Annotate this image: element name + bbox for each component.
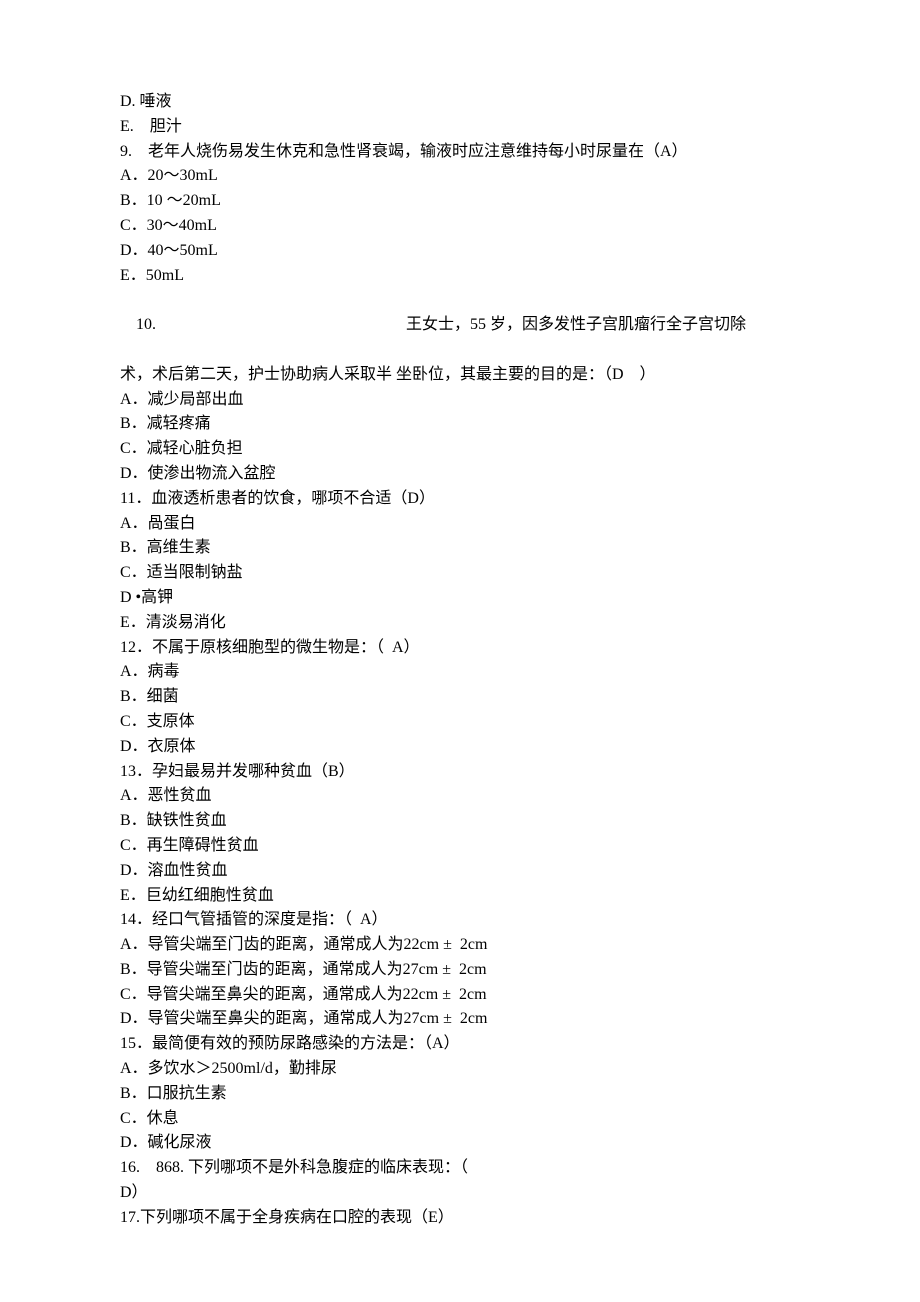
option-text: E．清淡易消化 (120, 611, 800, 636)
option-text: A．咼蛋白 (120, 512, 800, 537)
option-text: A．病毒 (120, 660, 800, 685)
option-text: C．减轻心脏负担 (120, 437, 800, 462)
option-text: E．50mL (120, 264, 800, 289)
option-text: C．适当限制钠盐 (120, 561, 800, 586)
question-text: 12．不属于原核细胞型的微生物是：（ A） (120, 636, 800, 661)
question-text: 13．孕妇最易并发哪种贫血（B） (120, 760, 800, 785)
question-text: 14．经口气管插管的深度是指：（ A） (120, 908, 800, 933)
question-text: 17.下列哪项不属于全身疾病在口腔的表现（E） (120, 1206, 800, 1231)
option-text: A．20〜30mL (120, 164, 800, 189)
question-text: 16. 868. 下列哪项不是外科急腹症的临床表现：（ (120, 1156, 800, 1181)
option-text: C．导管尖端至鼻尖的距离，通常成人为22cm ± 2cm (120, 983, 800, 1008)
option-text: E．巨幼红细胞性贫血 (120, 884, 800, 909)
question-number: 10. (136, 313, 406, 338)
option-text: A．恶性贫血 (120, 784, 800, 809)
answer-text: D） (120, 1181, 800, 1206)
option-text: B．10 〜20mL (120, 189, 800, 214)
option-text: D．使渗出物流入盆腔 (120, 462, 800, 487)
option-text: B．减轻疼痛 (120, 412, 800, 437)
option-text: A．导管尖端至门齿的距离，通常成人为22cm ± 2cm (120, 933, 800, 958)
question-text: 术，术后第二天，护士协助病人采取半 坐卧位，其最主要的目的是：（D ） (120, 363, 800, 388)
option-text: B．导管尖端至门齿的距离，通常成人为27cm ± 2cm (120, 958, 800, 983)
option-text: E. 胆汁 (120, 115, 800, 140)
option-text: D．导管尖端至鼻尖的距离，通常成人为27cm ± 2cm (120, 1007, 800, 1032)
question-text: 10.王女士，55 岁，因多发性子宫肌瘤行全子宫切除 (120, 288, 800, 362)
option-text: A．多饮水＞2500ml/d，勤排尿 (120, 1057, 800, 1082)
option-text: B．口服抗生素 (120, 1082, 800, 1107)
option-text: D．溶血性贫血 (120, 859, 800, 884)
option-text: D．40〜50mL (120, 239, 800, 264)
question-body: 王女士，55 岁，因多发性子宫肌瘤行全子宫切除 (406, 316, 746, 333)
option-text: B．高维生素 (120, 536, 800, 561)
option-text: A．减少局部出血 (120, 388, 800, 413)
option-text: D．衣原体 (120, 735, 800, 760)
question-text: 9. 老年人烧伤易发生休克和急性肾衰竭，输液时应注意维持每小时尿量在（A） (120, 140, 800, 165)
option-text: D．碱化尿液 (120, 1131, 800, 1156)
question-text: 11．血液透析患者的饮食，哪项不合适（D） (120, 487, 800, 512)
option-text: B．缺铁性贫血 (120, 809, 800, 834)
option-text: C．休息 (120, 1107, 800, 1132)
option-text: C．再生障碍性贫血 (120, 834, 800, 859)
option-text: C．支原体 (120, 710, 800, 735)
option-text: D. 唾液 (120, 90, 800, 115)
document-page: D. 唾液 E. 胆汁 9. 老年人烧伤易发生休克和急性肾衰竭，输液时应注意维持… (0, 0, 920, 1291)
option-text: B．细菌 (120, 685, 800, 710)
question-text: 15．最简便有效的预防尿路感染的方法是：（A） (120, 1032, 800, 1057)
option-text: C．30〜40mL (120, 214, 800, 239)
option-text: D •高钾 (120, 586, 800, 611)
